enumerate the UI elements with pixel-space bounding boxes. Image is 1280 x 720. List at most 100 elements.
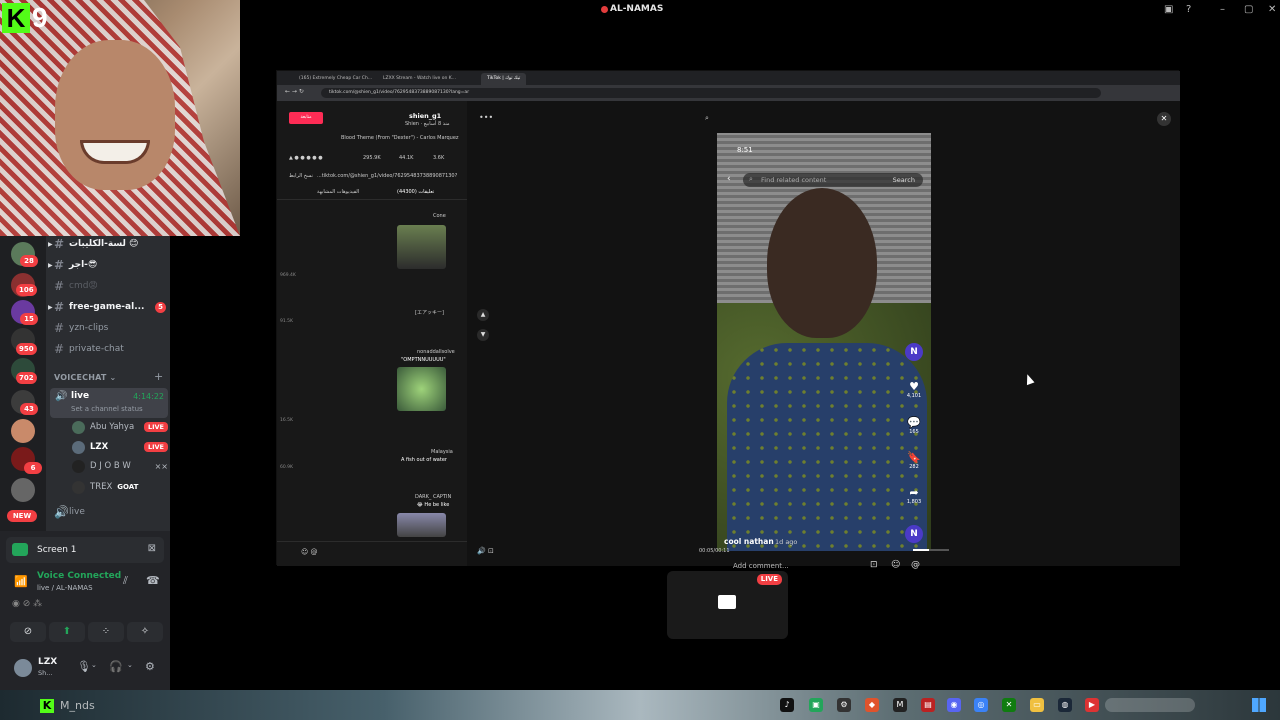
voice-user[interactable]: LZX LIVE [72, 439, 168, 455]
comment-user[interactable]: nonaddallsolve [417, 349, 455, 355]
video-progress-track[interactable] [913, 549, 949, 551]
windows-start-icon[interactable] [1252, 698, 1266, 712]
heart-icon[interactable]: ♥ 4,101 [903, 380, 925, 399]
tab-divider [277, 199, 467, 200]
voice-user[interactable]: D J O B W ⨯⨯ [72, 458, 168, 474]
author-name[interactable]: shien_g1 [409, 112, 441, 120]
soundboard-button[interactable]: ✧ [127, 622, 163, 642]
server-icon[interactable] [11, 419, 35, 443]
creator-avatar[interactable]: N [905, 343, 923, 361]
steam-icon[interactable]: ◍ [1058, 698, 1072, 712]
stream-preview-tile[interactable]: LIVE [667, 571, 788, 639]
comment-image[interactable] [397, 225, 446, 269]
share-icons[interactable]: ▲ ● ● ● ● ● [289, 155, 323, 161]
share-icon[interactable]: ➦ 1,803 [903, 486, 925, 505]
kick-badge: K 9 [2, 2, 48, 34]
comment-text: A fish out of water [401, 457, 447, 463]
taskbar-search[interactable] [1105, 698, 1195, 712]
disconnect-icon[interactable]: ☎ [146, 574, 160, 587]
comment-user[interactable]: Cone [433, 213, 446, 219]
channel-item[interactable]: # cmd😡 [54, 278, 170, 294]
volume-icon[interactable]: 🔊 ⊡ [477, 547, 494, 555]
comment-image[interactable] [397, 367, 446, 411]
like-count: 4,101 [906, 393, 922, 399]
search-icon[interactable]: ⌕ [705, 114, 709, 123]
app-icon[interactable]: ▣ [809, 698, 823, 712]
emoji-icon[interactable]: ☺ @ [301, 548, 318, 556]
next-video-button[interactable]: ▼ [477, 329, 489, 341]
activities-button[interactable]: ⁘ [88, 622, 124, 642]
discord-icon[interactable]: ◉ [947, 698, 961, 712]
channel-item[interactable]: ▶ # اجر-😎 [48, 257, 170, 273]
comment-user[interactable]: DARK_ CAPTIN [415, 494, 451, 500]
maximize-button[interactable]: ▢ [1244, 4, 1253, 15]
chrome-icon[interactable]: ◎ [974, 698, 988, 712]
comment-icon[interactable]: 💬 165 [903, 416, 925, 435]
app-icon[interactable]: M [893, 698, 907, 712]
screen-share-tile[interactable]: Screen 1 ⊠ [6, 537, 164, 563]
comment-image[interactable] [397, 513, 446, 537]
voice-location[interactable]: live / AL-NAMAS [37, 584, 93, 592]
sound-avatar[interactable]: N [905, 525, 923, 543]
xbox-icon[interactable]: ✕ [1002, 698, 1016, 712]
follow-button[interactable]: متابعة [289, 112, 323, 124]
brave-icon[interactable]: ◆ [865, 698, 879, 712]
browser-tab[interactable]: TikTok | تيك توك [481, 73, 527, 85]
back-arrow-icon[interactable]: ‹ [727, 174, 731, 184]
headphones-icon[interactable]: 🎧 [109, 660, 123, 673]
microphone-icon[interactable]: 🎙 [77, 660, 91, 673]
close-icon[interactable]: ✕ [1157, 112, 1171, 126]
minimize-button[interactable]: – [1220, 4, 1225, 15]
comment-user[interactable]: Malaysia [431, 449, 453, 455]
browser-nav-icons[interactable]: ← → ↻ [285, 88, 304, 95]
app-icon[interactable]: ▤ [921, 698, 935, 712]
channel-item[interactable]: ▶ # free-game-al... 5 [48, 299, 170, 315]
copy-link-button[interactable]: نسخ الرابط [289, 173, 313, 179]
video-author[interactable]: cool nathan [724, 537, 774, 546]
video-toggle-button[interactable]: ⊘ [10, 622, 46, 642]
channel-item[interactable]: ▶ # لسة-الكليبات 😊 [48, 236, 170, 252]
voice-user[interactable]: Abu Yahya LIVE [72, 419, 168, 435]
comment-user[interactable]: [エアッキー] [415, 309, 444, 316]
voice-connected-label[interactable]: Voice Connected [37, 571, 121, 581]
search-button[interactable]: Search [893, 176, 915, 184]
related-search-bar[interactable]: ⌕ Find related content Search [743, 173, 923, 187]
mention-icon[interactable]: @ [911, 560, 920, 570]
music-title[interactable]: Blood Theme (From "Dexter") - Carlos Mar… [341, 135, 459, 141]
image-icon[interactable]: ⊡ [870, 560, 878, 570]
server-icon[interactable] [11, 478, 35, 502]
settings-app-icon[interactable]: ⚙ [837, 698, 851, 712]
tab-comments[interactable]: تعليقات (44300) [397, 189, 434, 195]
share-link[interactable]: ...tiktok.com/@shien_g1/video/7629548373… [317, 173, 457, 179]
avatar[interactable] [14, 659, 32, 677]
folder-icon[interactable]: ▭ [1030, 698, 1044, 712]
voice-category-header[interactable]: VOICECHAT ⌄ [54, 373, 116, 382]
channel-status-prompt[interactable]: Set a channel status [71, 405, 143, 413]
share-screen-button[interactable]: ⬆ [49, 622, 85, 642]
voice-channel-item[interactable]: 🔊 live [54, 504, 170, 520]
stop-share-icon[interactable]: ⊠ [148, 543, 156, 554]
url-field[interactable]: tiktok.com/@shien_g1/video/7629548373889… [321, 88, 1101, 98]
help-icon[interactable]: ? [1186, 4, 1191, 15]
add-channel-icon[interactable]: + [154, 370, 163, 383]
video-player[interactable]: 8:51 ‹ ⌕ Find related content Search N ♥… [717, 133, 931, 551]
more-options-icon[interactable]: ••• [479, 113, 493, 122]
gear-icon[interactable]: ⚙ [145, 660, 155, 673]
previous-video-button[interactable]: ▲ [477, 309, 489, 321]
app-icon[interactable]: ▶ [1085, 698, 1099, 712]
tiktok-icon[interactable]: ♪ [780, 698, 794, 712]
voice-user[interactable]: TREX GOAT [72, 479, 168, 495]
channel-item[interactable]: # private-chat [54, 341, 170, 357]
close-button[interactable]: ✕ [1268, 4, 1276, 15]
bookmark-icon[interactable]: 🔖 282 [903, 451, 925, 470]
chevron-down-icon[interactable]: ⌄ [127, 661, 133, 669]
voice-channel-live[interactable]: 🔊 live 4:14:22 Set a channel status [50, 388, 168, 418]
tab-related[interactable]: الفيديوهات المشابهة [317, 189, 359, 195]
channel-item[interactable]: # yzn-clips [54, 320, 170, 336]
chevron-down-icon[interactable]: ⌄ [91, 661, 97, 669]
browser-tab[interactable]: LZXX Stream - Watch live on K... [377, 73, 462, 85]
monitor-icon[interactable]: ▣ [1164, 4, 1173, 15]
emoji-icon[interactable]: ☺ [891, 560, 900, 570]
noise-suppression-icon[interactable]: ⫽ [123, 574, 128, 588]
browser-tab[interactable]: (165) Extremely Cheap Car Ch... [293, 73, 378, 85]
